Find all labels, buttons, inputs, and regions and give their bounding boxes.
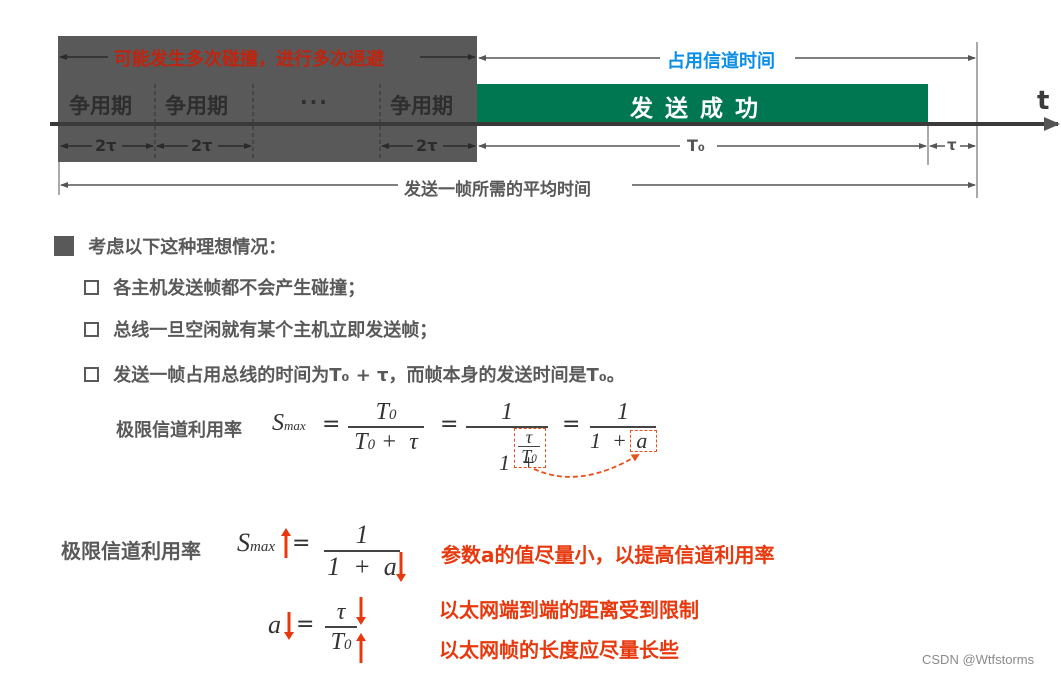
fraction-one-over-one-plus-a: 1 1 + a xyxy=(324,522,400,580)
period-label-3: 2τ xyxy=(416,136,438,155)
channel-time-label: 占用信道时间 xyxy=(667,51,775,72)
numerator: 1 xyxy=(355,520,369,549)
conditions-heading-text: 考虑以下这种理想情况： xyxy=(88,237,287,258)
numerator: τ xyxy=(336,599,346,625)
arrow-up-icon xyxy=(356,633,366,663)
denominator: T xyxy=(354,428,368,455)
formula-2-lhs: Smax xyxy=(237,528,275,558)
denominator: 1 + a xyxy=(327,551,397,581)
equals-sign: = xyxy=(292,531,311,556)
s-subscript: max xyxy=(284,418,306,433)
fraction-bar xyxy=(348,426,424,428)
condition-item: 各主机发送帧都不会产生碰撞； xyxy=(84,274,365,300)
formula-1-label: 极限信道利用率 xyxy=(116,420,242,441)
contention-period-2: 争用期 xyxy=(165,94,228,118)
contention-period-1: 争用期 xyxy=(69,94,132,118)
note-frame-length: 以太网帧的长度应尽量长些 xyxy=(439,638,679,662)
s-symbol: S xyxy=(272,410,284,436)
ellipsis: ··· xyxy=(300,90,329,114)
denominator-rest: + τ xyxy=(375,428,418,455)
note-small-a: 参数a的值尽量小，以提高信道利用率 xyxy=(441,543,775,567)
axis-label-t: t xyxy=(1037,86,1050,116)
arrow-down-icon xyxy=(356,597,366,625)
substitution-arrow xyxy=(533,453,640,478)
total-time-label: 发送一帧所需的平均时间 xyxy=(404,180,591,200)
numerator: 1 xyxy=(617,399,629,425)
note-distance-limit: 以太网端到端的距离受到限制 xyxy=(439,598,699,622)
s-symbol: S xyxy=(237,528,250,557)
checkbox-icon xyxy=(84,321,99,337)
contention-period-3: 争用期 xyxy=(390,94,453,118)
tau-label: τ xyxy=(947,136,957,154)
arrow-up-icon xyxy=(281,528,291,558)
collision-label: 可能发生多次碰撞，进行多次退避 xyxy=(114,49,384,70)
s-subscript: max xyxy=(250,539,275,555)
square-bullet-icon xyxy=(54,236,74,256)
a-lhs: a xyxy=(268,610,281,639)
t: T xyxy=(330,628,344,655)
t0-label: T₀ xyxy=(687,136,705,155)
condition-item: 总线一旦空闲就有某个主机立即发送帧； xyxy=(84,316,437,342)
condition-text: 总线一旦空闲就有某个主机立即发送帧； xyxy=(113,320,438,341)
fraction-tau-over-t0: τ T0 xyxy=(325,600,357,654)
success-label: 发 送 成 功 xyxy=(630,96,761,122)
arrow-down-icon xyxy=(284,612,294,640)
equals-sign: = xyxy=(562,412,581,437)
t-sub: 0 xyxy=(343,636,352,653)
fraction-t0-over-t0-plus-tau: T0 T0 + τ xyxy=(348,400,424,454)
conditions-heading: 考虑以下这种理想情况： xyxy=(54,233,286,259)
condition-text: 各主机发送帧都不会产生碰撞； xyxy=(113,278,366,299)
formula-2-label: 极限信道利用率 xyxy=(61,539,201,563)
formula-1-lhs: Smax xyxy=(272,410,306,437)
period-label-2: 2τ xyxy=(191,136,213,155)
period-label-1: 2τ xyxy=(95,136,117,155)
equals-sign: = xyxy=(440,412,459,437)
condition-item: 发送一帧占用总线的时间为T₀ + τ，而帧本身的发送时间是T₀。 xyxy=(84,361,625,387)
numerator: T xyxy=(375,399,389,425)
arrow-down-icon xyxy=(396,552,406,582)
denominator-sub: 0 xyxy=(367,436,375,453)
checkbox-icon xyxy=(84,279,99,295)
condition-text: 发送一帧占用总线的时间为T₀ + τ，而帧本身的发送时间是T₀。 xyxy=(113,365,625,386)
watermark: CSDN @Wtfstorms xyxy=(922,652,1035,667)
numerator: 1 xyxy=(501,399,513,425)
equals-sign: = xyxy=(322,412,341,437)
fraction-bar xyxy=(325,626,357,628)
checkbox-icon xyxy=(84,366,99,382)
equals-sign: = xyxy=(296,612,315,637)
numerator-sub: 0 xyxy=(388,407,397,423)
